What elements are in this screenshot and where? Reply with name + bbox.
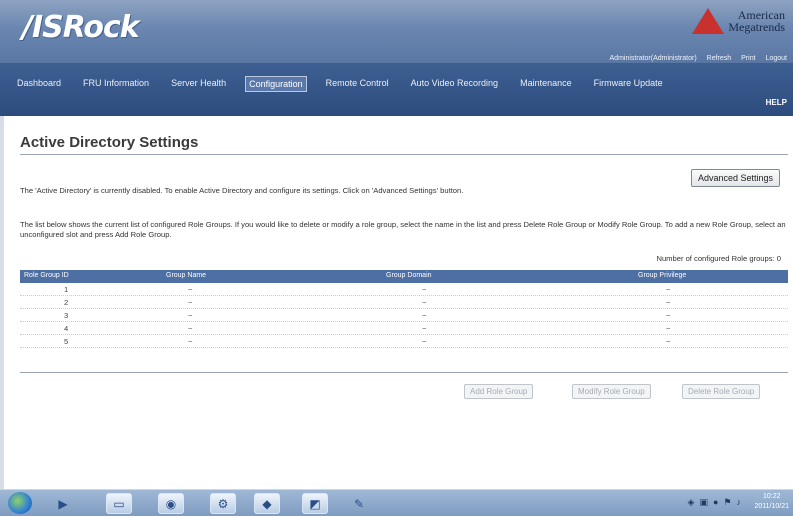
asrock-logo: /ISRock [22, 10, 140, 45]
page-title: Active Directory Settings [20, 134, 199, 151]
role-group-id-cell: 2 [64, 298, 69, 307]
app-header: /ISRock American Megatrends Administrato… [0, 0, 793, 64]
media-player-icon[interactable]: ▶ [50, 493, 76, 514]
window-icon[interactable]: ◩ [302, 493, 328, 514]
role-group-id-cell: 5 [64, 337, 69, 346]
col-role-group-id[interactable]: Role Group ID [24, 272, 69, 279]
advanced-settings-button[interactable]: Advanced Settings [690, 169, 780, 187]
folder-icon[interactable]: ▭ [106, 493, 132, 514]
nav-maintenance[interactable]: Maintenance [517, 76, 575, 92]
nav-firmware-update[interactable]: Firmware Update [591, 76, 666, 92]
table-row[interactable]: 2 ~ ~ ~ [20, 296, 788, 309]
refresh-link[interactable]: Refresh [707, 55, 732, 62]
ami-triangle-icon [692, 8, 725, 34]
app-icon[interactable]: ◆ [254, 493, 280, 514]
add-role-group-button[interactable]: Add Role Group [464, 384, 534, 399]
browser-icon[interactable]: ◉ [158, 493, 184, 514]
ami-logo: American Megatrends [692, 8, 785, 34]
start-button-icon[interactable] [8, 492, 32, 514]
group-domain-cell: ~ [422, 337, 427, 346]
clock-time: 10:22 [762, 493, 781, 500]
role-group-count: Number of configured Role groups: 0 [656, 254, 781, 263]
group-domain-cell: ~ [422, 311, 427, 320]
vendor-name-line2: Megatrends [728, 20, 785, 34]
group-name-cell: ~ [188, 285, 193, 294]
user-link[interactable]: Administrator(Administrator) [610, 55, 697, 62]
tray-volume-icon[interactable]: ♪ [737, 497, 742, 508]
nav-server-health[interactable]: Server Health [168, 76, 229, 92]
group-privilege-cell: ~ [666, 337, 671, 346]
col-group-name[interactable]: Group Name [166, 272, 206, 279]
role-group-id-cell: 1 [64, 285, 69, 294]
group-privilege-cell: ~ [666, 285, 671, 294]
nav-fru-information[interactable]: FRU Information [80, 76, 152, 92]
table-row[interactable]: 5 ~ ~ ~ [20, 335, 788, 348]
group-privilege-cell: ~ [666, 324, 671, 333]
delete-role-group-button[interactable]: Delete Role Group [682, 384, 761, 399]
top-links: Administrator(Administrator) Refresh Pri… [610, 55, 787, 62]
title-divider [20, 154, 788, 155]
content-area: Active Directory Settings Advanced Setti… [0, 116, 793, 489]
modify-role-group-button[interactable]: Modify Role Group [572, 384, 651, 399]
tray-display-icon[interactable]: ▣ [699, 497, 708, 508]
group-domain-cell: ~ [422, 285, 427, 294]
tray-network-icon[interactable]: ◈ [688, 497, 695, 508]
tray-security-icon[interactable]: ● [713, 497, 718, 508]
logout-link[interactable]: Logout [766, 55, 787, 62]
tool-icon[interactable]: ✎ [346, 493, 372, 514]
network-icon[interactable]: ⚙ [210, 493, 236, 514]
group-name-cell: ~ [188, 311, 193, 320]
table-row[interactable]: 1 ~ ~ ~ [20, 283, 788, 296]
table-header: Role Group ID Group Name Group Domain Gr… [20, 270, 788, 283]
print-link[interactable]: Print [741, 55, 755, 62]
windows-taskbar: ▶ ▭ ◉ ⚙ ◆ ◩ ✎ ◈ ▣ ● ⚑ ♪ 10:22 2011/10/21 [0, 489, 793, 516]
nav-remote-control[interactable]: Remote Control [323, 76, 392, 92]
nav-configuration[interactable]: Configuration [245, 76, 307, 92]
table-row[interactable]: 3 ~ ~ ~ [20, 309, 788, 322]
group-privilege-cell: ~ [666, 311, 671, 320]
clock-date: 2011/10/21 [754, 503, 789, 510]
main-nav: Dashboard FRU Information Server Health … [0, 64, 793, 116]
help-link[interactable]: HELP [766, 98, 787, 107]
table-divider [20, 372, 788, 373]
status-text: The 'Active Directory' is currently disa… [20, 186, 464, 195]
tray-flag-icon[interactable]: ⚑ [723, 497, 731, 508]
role-group-id-cell: 3 [64, 311, 69, 320]
col-group-domain[interactable]: Group Domain [386, 272, 432, 279]
system-tray: ◈ ▣ ● ⚑ ♪ [688, 497, 741, 508]
group-name-cell: ~ [188, 324, 193, 333]
group-name-cell: ~ [188, 298, 193, 307]
role-group-table: Role Group ID Group Name Group Domain Gr… [20, 270, 788, 348]
nav-auto-video-recording[interactable]: Auto Video Recording [408, 76, 501, 92]
group-domain-cell: ~ [422, 324, 427, 333]
clock[interactable]: 10:22 2011/10/21 [754, 492, 789, 512]
group-privilege-cell: ~ [666, 298, 671, 307]
info-text: The list below shows the current list of… [20, 220, 786, 239]
group-name-cell: ~ [188, 337, 193, 346]
group-domain-cell: ~ [422, 298, 427, 307]
table-row[interactable]: 4 ~ ~ ~ [20, 322, 788, 335]
col-group-privilege[interactable]: Group Privilege [638, 272, 686, 279]
nav-dashboard[interactable]: Dashboard [14, 76, 64, 92]
role-group-id-cell: 4 [64, 324, 69, 333]
